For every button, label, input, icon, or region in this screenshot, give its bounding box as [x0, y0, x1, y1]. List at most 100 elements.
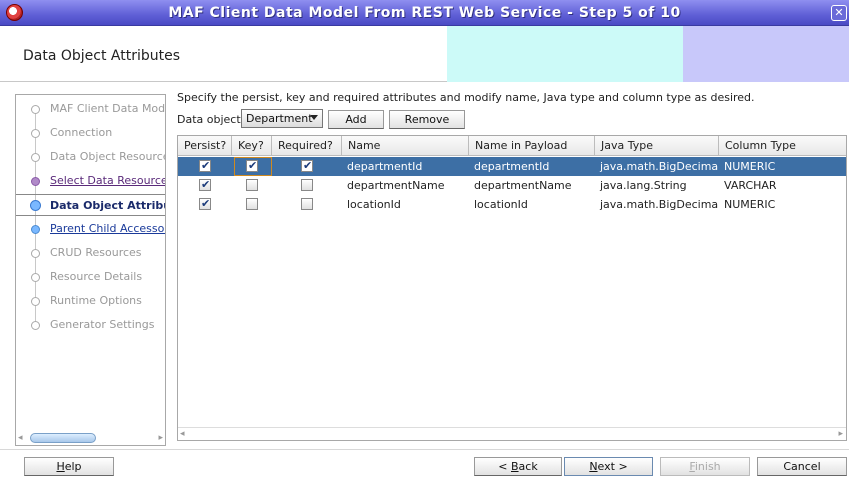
footer-divider — [0, 449, 849, 450]
back-mnemonic: B — [511, 460, 519, 473]
column-header-column-type[interactable]: Column Type — [719, 136, 846, 156]
required-checkbox[interactable] — [301, 179, 313, 191]
nav-horizontal-scrollbar[interactable]: ◂ ▸ — [18, 432, 163, 444]
column-header-persist[interactable]: Persist? — [178, 136, 232, 156]
cell-java-type[interactable]: java.math.BigDecimal — [595, 195, 719, 214]
key-checkbox[interactable] — [246, 179, 258, 191]
step-status-icon — [31, 153, 40, 162]
cell-name[interactable]: departmentId — [342, 157, 469, 176]
page-header: Data Object Attributes — [0, 26, 849, 82]
title-bar: MAF Client Data Model From REST Web Serv… — [0, 0, 849, 26]
finish-label-rest: inish — [694, 460, 721, 473]
nav-step-label: Parent Child Accessors — [50, 222, 166, 235]
cell-payload[interactable]: departmentName — [469, 176, 595, 195]
remove-button[interactable]: Remove — [389, 110, 465, 129]
nav-step-2: Connection — [16, 122, 165, 144]
help-button[interactable]: Help — [24, 457, 114, 476]
nav-step-3: Data Object Resources — [16, 146, 166, 168]
data-object-select[interactable]: Department — [241, 109, 323, 128]
nav-step-label: MAF Client Data Model — [50, 102, 166, 115]
nav-step-7: CRUD Resources — [16, 242, 165, 264]
table-row[interactable]: ✔ departmentName departmentName java.lang.S… — [178, 176, 846, 195]
step-status-icon — [31, 321, 40, 330]
chevron-down-icon — [310, 115, 318, 120]
nav-step-label: Select Data Resources — [50, 174, 166, 187]
finish-button[interactable]: Finish — [660, 457, 750, 476]
persist-checkbox[interactable]: ✔ — [199, 197, 211, 210]
cell-column-type[interactable]: NUMERIC — [719, 157, 846, 176]
checkmark-icon: ✔ — [201, 197, 211, 210]
step-status-icon — [31, 177, 40, 186]
nav-step-6[interactable]: Parent Child Accessors — [16, 218, 166, 240]
column-header-payload[interactable]: Name in Payload — [469, 136, 595, 156]
persist-checkbox[interactable]: ✔ — [199, 159, 211, 172]
nav-step-label: Data Object Attributes — [50, 199, 165, 212]
nav-step-8: Resource Details — [16, 266, 165, 288]
nav-step-10: Generator Settings — [16, 314, 165, 336]
data-object-label: Data object — [177, 113, 241, 126]
scroll-thumb[interactable] — [30, 433, 96, 443]
nav-step-label: Resource Details — [50, 270, 143, 283]
page-title: Data Object Attributes — [23, 48, 181, 64]
cell-java-type[interactable]: java.lang.String — [595, 176, 719, 195]
cell-name[interactable]: departmentName — [342, 176, 469, 195]
table-header: Persist? Key? Required? Name Name in Pay… — [178, 136, 846, 156]
header-decoration-lavender — [683, 26, 849, 82]
help-label-rest: elp — [64, 460, 82, 473]
nav-step-label: Connection — [50, 126, 113, 139]
nav-step-label: Runtime Options — [50, 294, 142, 307]
attributes-table: Persist? Key? Required? Name Name in Pay… — [177, 135, 847, 441]
checkmark-icon: ✔ — [201, 159, 211, 172]
table-row[interactable]: ✔ ✔ ✔ departmentId departmentId java.math.Big… — [178, 157, 846, 176]
column-header-java-type[interactable]: Java Type — [595, 136, 719, 156]
step-status-icon — [31, 297, 40, 306]
step-status-icon — [31, 249, 40, 258]
step-status-icon — [31, 105, 40, 114]
required-checkbox[interactable] — [301, 198, 313, 210]
cell-payload[interactable]: locationId — [469, 195, 595, 214]
scroll-left-icon[interactable]: ◂ — [180, 428, 185, 440]
table-row[interactable]: ✔ locationId locationId java.math.BigDecima… — [178, 195, 846, 214]
cell-column-type[interactable]: NUMERIC — [719, 195, 846, 214]
add-button[interactable]: Add — [328, 110, 384, 129]
next-label-rest: ext > — [597, 460, 628, 473]
back-prefix: < — [498, 460, 511, 473]
close-window-icon[interactable]: ✕ — [831, 5, 847, 21]
data-object-value: Department — [246, 112, 313, 125]
scroll-left-icon[interactable]: ◂ — [18, 432, 28, 444]
required-checkbox[interactable]: ✔ — [301, 159, 313, 172]
checkmark-icon: ✔ — [303, 159, 313, 172]
nav-step-5[interactable]: Data Object Attributes — [16, 194, 165, 216]
table-horizontal-scrollbar[interactable]: ◂ ▸ — [178, 427, 846, 440]
instructions-text: Specify the persist, key and required at… — [177, 91, 755, 104]
cell-payload[interactable]: departmentId — [469, 157, 595, 176]
step-status-icon — [31, 273, 40, 282]
cell-column-type[interactable]: VARCHAR — [719, 176, 846, 195]
cell-java-type[interactable]: java.math.BigDecimal — [595, 157, 719, 176]
persist-checkbox[interactable]: ✔ — [199, 178, 211, 191]
scroll-right-icon[interactable]: ▸ — [153, 432, 163, 444]
nav-step-9: Runtime Options — [16, 290, 165, 312]
cell-name[interactable]: locationId — [342, 195, 469, 214]
scroll-right-icon[interactable]: ▸ — [838, 428, 843, 440]
column-header-required[interactable]: Required? — [272, 136, 342, 156]
nav-step-label: Generator Settings — [50, 318, 155, 331]
nav-step-label: CRUD Resources — [50, 246, 142, 259]
back-button[interactable]: < Back — [474, 457, 562, 476]
column-header-name[interactable]: Name — [342, 136, 469, 156]
next-mnemonic: N — [589, 460, 598, 473]
cancel-button[interactable]: Cancel — [757, 457, 847, 476]
nav-step-1: MAF Client Data Model — [16, 98, 166, 120]
column-header-key[interactable]: Key? — [232, 136, 272, 156]
help-mnemonic: H — [56, 460, 65, 473]
key-checkbox[interactable] — [246, 198, 258, 210]
next-button[interactable]: Next > — [564, 457, 653, 476]
nav-step-4[interactable]: Select Data Resources — [16, 170, 166, 192]
step-status-icon — [31, 225, 40, 234]
wizard-step-nav: MAF Client Data Model Connection Data Obje… — [15, 94, 166, 446]
checkmark-icon: ✔ — [201, 178, 211, 191]
back-label-rest: ack — [518, 460, 538, 473]
header-decoration-cyan — [447, 26, 683, 82]
nav-step-label: Data Object Resources — [50, 150, 166, 163]
window-title: MAF Client Data Model From REST Web Serv… — [168, 5, 681, 21]
